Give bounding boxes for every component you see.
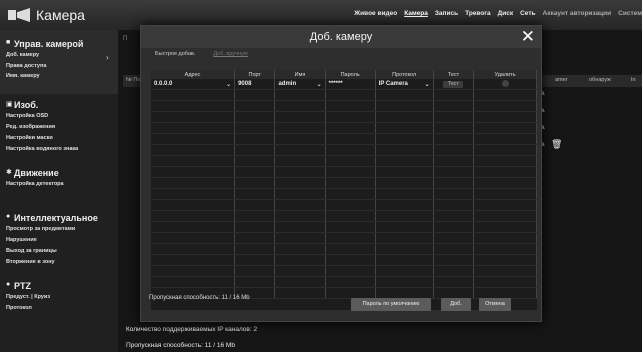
table-row bbox=[151, 265, 537, 277]
table-row bbox=[151, 133, 537, 145]
nav-system[interactable]: Систем bbox=[618, 10, 642, 17]
table-row bbox=[151, 100, 537, 112]
sidebar-section-title: Интеллектуальное bbox=[14, 213, 98, 223]
app-title: Камера bbox=[36, 7, 85, 23]
sidebar-item-access[interactable]: Права доступа bbox=[6, 63, 46, 69]
nav-alarm[interactable]: Тревога bbox=[465, 10, 491, 17]
sidebar-item-preset-cruise[interactable]: Предуст. | Круиз bbox=[6, 294, 50, 300]
ip-channels-info: Количество поддерживаемых IP каналов: 2 bbox=[126, 326, 258, 333]
table-row bbox=[151, 232, 537, 244]
table-row bbox=[151, 276, 537, 288]
bandwidth-info: Пропускная способность: 11 / 16 Mb bbox=[126, 342, 235, 349]
table-row bbox=[151, 144, 537, 156]
tab-quick-add[interactable]: Быстрое добав. bbox=[155, 51, 195, 57]
table-row bbox=[151, 199, 537, 211]
column-address: Адрес bbox=[151, 70, 236, 79]
background-tab: П bbox=[123, 36, 128, 42]
sidebar-section-camera: ■ Управ. камерой Доб. камеру Права досту… bbox=[0, 30, 118, 94]
image-icon: ▣ bbox=[6, 101, 13, 108]
background-column-hint: In bbox=[631, 77, 636, 83]
column-protocol: Протокол bbox=[375, 70, 434, 79]
sidebar-item-intrusion[interactable]: Вторжение в зону bbox=[6, 259, 55, 265]
table-row bbox=[151, 221, 537, 233]
table-row bbox=[151, 122, 537, 134]
table-row bbox=[151, 177, 537, 189]
table-header: Адрес Порт Имя Пароль Протокол Тест Удал… bbox=[151, 70, 537, 79]
test-button[interactable]: Тест bbox=[443, 80, 464, 88]
camera-logo-icon bbox=[8, 6, 30, 22]
cancel-button[interactable]: Отмена bbox=[479, 298, 511, 311]
column-password: Пароль bbox=[325, 70, 376, 79]
sidebar-item-mask[interactable]: Настройки маски bbox=[6, 135, 53, 141]
sidebar-item-add-camera[interactable]: Доб. камеру bbox=[6, 52, 39, 58]
nav-disk[interactable]: Диск bbox=[498, 10, 514, 17]
sidebar-item-camera-name[interactable]: Имя. камеру bbox=[6, 73, 40, 79]
nav-live-video[interactable]: Живое видео bbox=[354, 10, 397, 17]
sidebar-item-protocol[interactable]: Протокол bbox=[6, 305, 32, 311]
delete-cell bbox=[473, 79, 537, 90]
sidebar-section-title: PTZ bbox=[14, 281, 31, 291]
protocol-select[interactable]: IP Camera bbox=[375, 79, 434, 90]
sidebar-item-image-edit[interactable]: Ред. изображения bbox=[6, 124, 55, 130]
trash-icon[interactable]: 🗑 bbox=[551, 139, 562, 150]
table-row: 0.0.0.0 9008 admin ****** IP Camera Тест bbox=[151, 79, 537, 90]
sidebar-item-detector[interactable]: Настройка детектора bbox=[6, 181, 64, 187]
sidebar-item-object-watch[interactable]: Просмотр за предметами bbox=[6, 226, 75, 232]
camera-icon: ■ bbox=[6, 39, 11, 46]
dialog-title: Доб. камеру bbox=[309, 31, 373, 43]
address-select[interactable]: 0.0.0.0 bbox=[151, 79, 236, 90]
username-select[interactable]: admin bbox=[274, 79, 326, 90]
table-row bbox=[151, 155, 537, 167]
test-cell: Тест bbox=[433, 79, 475, 90]
port-input[interactable]: 9008 bbox=[234, 79, 276, 90]
add-camera-dialog: Доб. камеру ✕ Быстрое добав. Доб. вручну… bbox=[140, 25, 542, 322]
camera-table: Адрес Порт Имя Пароль Протокол Тест Удал… bbox=[151, 70, 537, 310]
add-button[interactable]: Доб. bbox=[441, 298, 471, 311]
nav-account[interactable]: Аккаунт авторизации bbox=[543, 10, 612, 17]
table-row bbox=[151, 188, 537, 200]
sidebar-item-watermark[interactable]: Настройка водяного знака bbox=[6, 146, 78, 152]
running-man-icon: ✱ bbox=[6, 169, 12, 176]
dialog-header: Доб. камеру ✕ bbox=[141, 26, 541, 48]
default-password-button[interactable]: Пароль по умолчанию bbox=[351, 298, 431, 311]
column-delete: Удалить bbox=[473, 70, 537, 79]
background-column-hint: обнаруж bbox=[589, 77, 611, 83]
background-column-hint: № По bbox=[126, 77, 141, 83]
sidebar-section-title: Управ. камерой bbox=[14, 39, 84, 49]
nav-record[interactable]: Запись bbox=[435, 10, 458, 17]
sidebar-section-title: Движение bbox=[14, 168, 59, 178]
brain-icon: ● bbox=[6, 213, 11, 220]
table-row bbox=[151, 89, 537, 101]
table-row bbox=[151, 243, 537, 255]
ptz-icon: ● bbox=[6, 281, 11, 288]
column-test: Тест bbox=[433, 70, 475, 79]
column-port: Порт bbox=[234, 70, 276, 79]
dialog-tabs: Быстрое добав. Доб. вручную bbox=[155, 51, 248, 57]
background-column-hint: amer bbox=[555, 77, 568, 83]
delete-icon[interactable] bbox=[501, 79, 509, 87]
table-row bbox=[151, 166, 537, 178]
sidebar-item-violation[interactable]: Нарушение bbox=[6, 237, 37, 243]
sidebar-section-title: Изоб. bbox=[14, 100, 39, 110]
password-input[interactable]: ****** bbox=[325, 79, 376, 90]
dialog-bandwidth: Пропускная способность: 11 / 16 Mb bbox=[149, 295, 250, 301]
nav-network[interactable]: Сеть bbox=[520, 10, 535, 17]
table-row bbox=[151, 111, 537, 123]
sidebar-item-line-cross[interactable]: Выход за границы bbox=[6, 248, 57, 254]
top-nav: Живое видео Камера Запись Тревога Диск С… bbox=[354, 10, 642, 17]
close-icon[interactable]: ✕ bbox=[521, 27, 535, 47]
sidebar: ■ Управ. камерой Доб. камеру Права досту… bbox=[0, 30, 118, 352]
table-row bbox=[151, 210, 537, 222]
column-name: Имя bbox=[274, 70, 326, 79]
nav-camera[interactable]: Камера bbox=[404, 10, 428, 17]
chevron-right-icon: › bbox=[106, 53, 109, 62]
table-row bbox=[151, 254, 537, 266]
tab-manual-add[interactable]: Доб. вручную bbox=[213, 51, 248, 57]
sidebar-item-osd[interactable]: Настройка OSD bbox=[6, 113, 48, 119]
